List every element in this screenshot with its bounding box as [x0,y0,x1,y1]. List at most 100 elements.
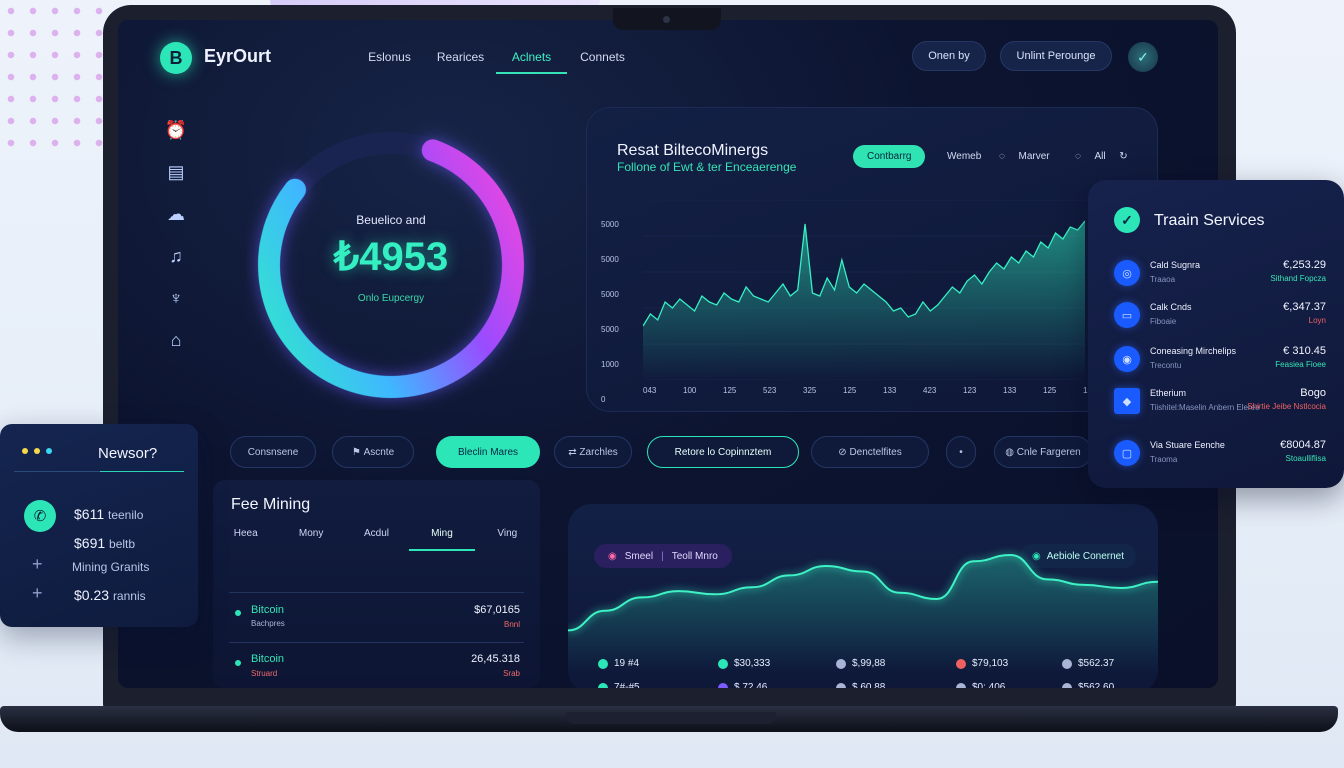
filter-pill-0[interactable]: Consnsene [230,436,316,468]
x-tick-label: 133 [1003,386,1017,395]
top-nav: Eslonus Rearices Aclnets Connets [354,50,638,74]
cloud-icon[interactable]: ☁ [162,202,190,227]
service-name: Calk Cnds [1150,302,1192,312]
service-change: Shirtie Jeibe Nstlcocia [1247,402,1326,411]
unlint-button[interactable]: Unlint Perounge [1000,41,1112,71]
mining-row-0-value: $67,0165 [474,604,520,616]
service-name: Cald Sugnra [1150,260,1201,270]
x-tick-label: 325 [803,386,817,395]
mining-title: Fee Mining [231,496,311,513]
service-item[interactable]: ▭ Calk Cnds Fiboaie €,347.37 Loyn [1114,298,1326,338]
wave-stat: $562.60 [1062,682,1114,688]
filter-pill-6[interactable]: • [946,436,976,468]
window-dots [22,448,52,454]
stat-dot-icon [718,682,728,688]
filter-pill-5[interactable]: ⊘ Denctelfites [811,436,929,468]
nav-item-3[interactable]: Connets [567,50,638,74]
nav-item-1[interactable]: Rearices [425,50,496,74]
camera-notch [613,8,721,30]
newsor-card: Newsor? ✆ $611 teenilo $691 beltb + Mini… [0,424,198,627]
alarm-clock-icon[interactable]: ⏰ [162,118,190,143]
filter-pill-1[interactable]: ⚑ Ascnte [332,436,414,468]
mining-tabs: Heea Mony Acdul Ming Ving [213,528,540,551]
phone-icon[interactable]: ✆ [24,500,56,532]
service-change: Sithand Fopcza [1270,274,1326,283]
mining-row-1-change: Srab [503,669,520,678]
newsor-row-3: $0.23 rannis [74,587,146,603]
sidebar: ⏰ ▤ ☁ ♫ ♆ ⌂ [162,118,190,353]
service-amount: € 310.45 [1283,345,1326,357]
service-name: Etherium [1150,388,1187,398]
service-item[interactable]: ▢ Via Stuare Eenche Traoma €8004.87 Stoaulli… [1114,436,1326,476]
mining-tab-2[interactable]: Acdul [344,528,409,551]
x-tick-label: 100 [683,386,697,395]
brand-logo-icon[interactable]: B [160,42,192,74]
service-item[interactable]: ◉ Coneasing Mirchelips Trecontu € 310.45 Fea… [1114,342,1326,382]
mining-tab-4[interactable]: Ving [475,528,540,551]
service-name: Coneasing Mirchelips [1150,346,1237,356]
x-tick-label: 423 [923,386,937,395]
service-amount: Bogo [1300,387,1326,399]
services-title: Traain Services [1154,212,1265,229]
mining-row-0-sub: Bachpres [251,619,285,628]
wave-fill [568,555,1158,674]
refresh-icon: ↻ [1119,151,1128,162]
mining-tab-0[interactable]: Heea [213,528,278,551]
service-icon: ◉ [1114,346,1140,372]
wave-stat: $562.37 [1062,658,1114,669]
dot-icon: • [959,446,963,458]
y-tick-label: 5000 [601,290,619,299]
plus-icon[interactable]: + [32,554,43,575]
trophy-icon[interactable]: ♆ [162,286,190,311]
filter-pill-2[interactable]: Bleclin Mares [436,436,540,468]
onen-by-button[interactable]: Onen by [912,41,986,71]
mining-tab-1[interactable]: Mony [278,528,343,551]
stat-dot-icon [956,682,966,688]
wave-stat: $30,333 [718,658,770,669]
x-tick-label: 125 [723,386,737,395]
x-tick-label: 133 [883,386,897,395]
mining-row-1-sub: Struard [251,669,278,678]
wave-stat: $,60,88 [836,682,885,688]
stat-dot-icon [1062,658,1072,669]
service-item[interactable]: ◎ Cald Sugnra Traaoa €,253.29 Sithand Fopcza [1114,256,1326,296]
nav-item-2[interactable]: Aclnets [496,50,567,74]
newsor-row-2: Mining Granits [72,560,150,574]
music-icon[interactable]: ♫ [162,244,190,269]
filter-chip-2[interactable]: ◌ Marver [999,151,1050,162]
filter-pill-3[interactable]: ⇄ Zarchles [554,436,632,468]
wave-chart [568,553,1158,674]
plus-icon[interactable]: + [32,583,43,604]
price-chart-card: Resat BiltecoMinergs Follone of Ewt & te… [586,107,1158,412]
chart-subtitle: Follone of Ewt & ter Enceaerenge [617,160,797,174]
filter-chip-1[interactable]: Wemeb [947,151,981,162]
avatar[interactable]: ✓ [1128,42,1158,72]
mining-row-0-change: Bnnl [503,620,520,629]
mining-row-1-name[interactable]: Bitcoin [251,653,284,665]
calendar-icon[interactable]: ▤ [162,160,190,185]
filter-chip-3[interactable]: ◌ All ↻ [1075,151,1128,162]
globe-icon: ◍ [1005,446,1015,458]
service-change: Loyn [1308,316,1326,325]
service-change: Stoaulliflisa [1285,454,1326,463]
wave-stat: 7#-#5 [598,682,640,688]
filter-pill-4[interactable]: Retore lo Copinnztem [647,436,799,468]
radio-icon: ◌ [999,151,1005,162]
stat-dot-icon [598,658,608,669]
shuffle-icon: ⇄ [568,446,577,458]
filter-chip-0[interactable]: Contbarrg [853,145,926,168]
service-sub: Fiboaie [1150,317,1177,326]
service-sub: Tiishitel:Maselin Anbern Eleree [1150,403,1260,412]
mining-panel: Fee Mining Heea Mony Acdul Ming Ving Bit… [213,480,540,688]
filter-pill-7[interactable]: ◍ Cnle Fargeren [994,436,1092,468]
divider [229,642,524,643]
home-icon[interactable]: ⌂ [162,328,190,353]
service-sub: Traaoa [1150,275,1176,284]
service-item[interactable]: ◆ Etherium Tiishitel:Maselin Anbern Eleree… [1114,384,1326,424]
nav-item-0[interactable]: Eslonus [354,50,425,74]
wave-stat: $,72,46 [718,682,767,688]
mining-tab-3[interactable]: Ming [409,528,475,551]
area-fill [643,221,1085,380]
mining-row-0-name[interactable]: Bitcoin [251,604,284,616]
wave-stat: 19 #4 [598,658,639,669]
